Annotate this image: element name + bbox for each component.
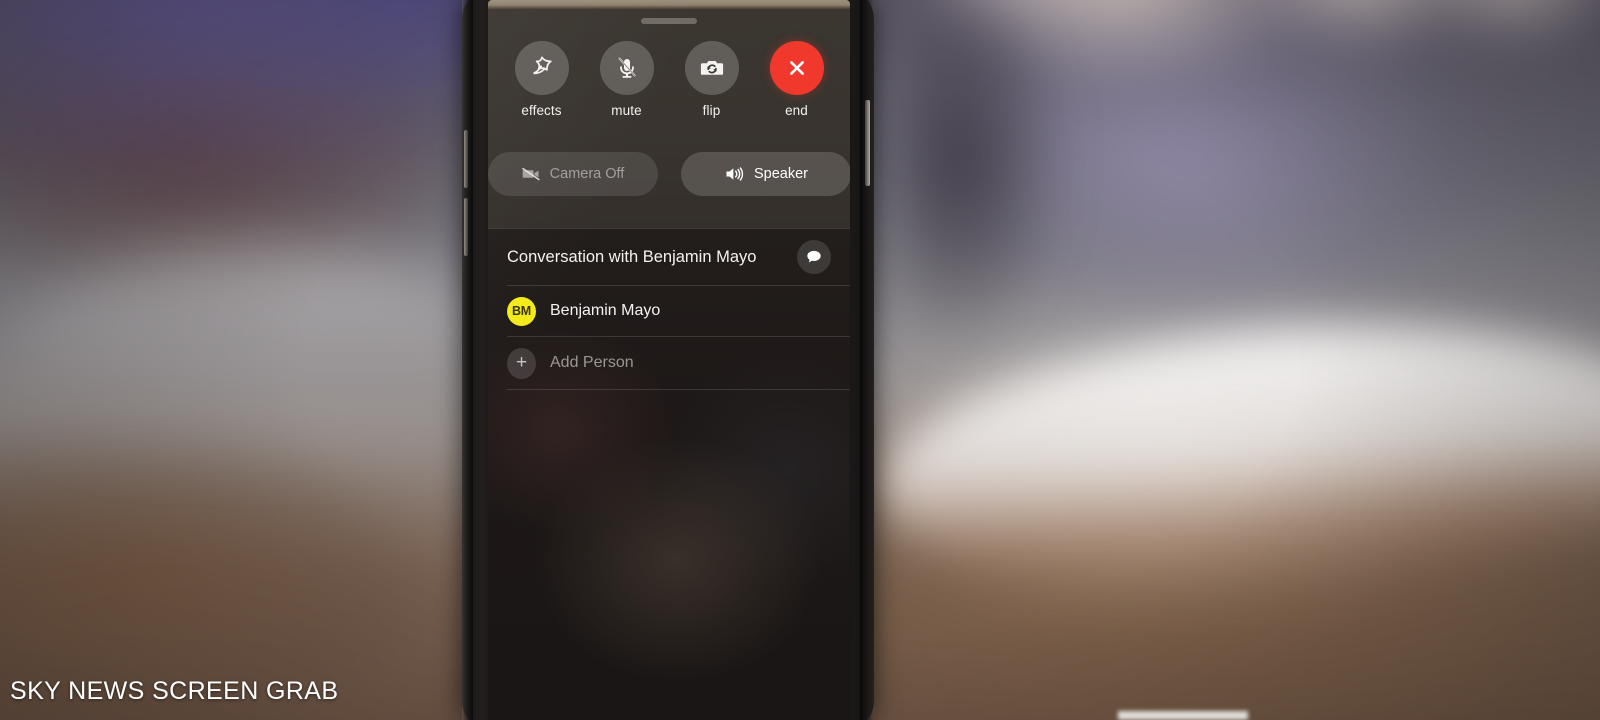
plus-icon: + <box>507 347 536 379</box>
speaker-button-label: Speaker <box>753 166 808 182</box>
effects-star-icon <box>532 56 552 75</box>
end-call-x-icon <box>789 61 804 75</box>
power-button[interactable] <box>865 100 870 186</box>
phone-screen: effects mute flip end Camera Off Speaker… <box>488 0 850 720</box>
conversation-title: Conversation with Benjamin Mayo <box>507 247 757 266</box>
flip-camera-button[interactable]: flip <box>677 41 746 118</box>
flip-camera-button-circle <box>684 41 739 95</box>
conversation-header: Conversation with Benjamin Mayo <box>488 229 850 285</box>
speaker-button[interactable]: Speaker <box>680 152 850 196</box>
sheet-grabber-handle[interactable] <box>641 18 697 24</box>
call-control-sheet: effects mute flip end Camera Off Speaker <box>488 9 850 228</box>
list-item[interactable]: BM Benjamin Mayo <box>488 286 850 336</box>
phone-device: effects mute flip end Camera Off Speaker… <box>462 0 874 720</box>
news-caption: SKY NEWS SCREEN GRAB <box>10 677 339 705</box>
participant-name: Benjamin Mayo <box>550 302 661 319</box>
chat-bubble-icon <box>807 250 821 263</box>
end-call-button-label: end <box>785 103 808 118</box>
phone-left-edge <box>462 0 473 720</box>
add-person-divider <box>507 389 850 390</box>
camera-off-button-label: Camera Off <box>549 166 625 182</box>
call-controls-top-row: effects mute flip end <box>488 41 850 118</box>
add-person-row[interactable]: + Add Person <box>488 337 850 389</box>
avatar: BM <box>507 296 536 326</box>
call-controls-bottom-row: Camera Off Speaker <box>488 152 850 196</box>
screenshot-root: effects mute flip end Camera Off Speaker… <box>0 0 1600 720</box>
camera-flip-icon <box>700 61 723 75</box>
camera-off-button[interactable]: Camera Off <box>488 152 658 196</box>
background-bottom-highlight <box>1118 711 1248 720</box>
chat-button[interactable] <box>797 240 831 274</box>
volume-up-button[interactable] <box>464 130 468 188</box>
effects-button-label: effects <box>521 103 562 118</box>
end-call-button[interactable]: end <box>762 41 831 118</box>
microphone-muted-icon <box>618 57 636 78</box>
add-person-label: Add Person <box>550 354 634 371</box>
video-camera-off-icon <box>521 167 540 181</box>
volume-down-button[interactable] <box>464 198 468 256</box>
video-feed-strip <box>488 0 850 9</box>
mute-button-label: mute <box>611 103 642 118</box>
effects-button-circle <box>514 41 569 95</box>
conversation-section: Conversation with Benjamin Mayo BM Benja… <box>488 228 850 390</box>
mute-button[interactable]: mute <box>592 41 661 118</box>
effects-button[interactable]: effects <box>507 41 576 118</box>
end-call-button-circle <box>769 41 824 95</box>
flip-camera-button-label: flip <box>702 103 721 118</box>
speaker-icon <box>726 167 744 181</box>
mute-button-circle <box>599 41 654 95</box>
